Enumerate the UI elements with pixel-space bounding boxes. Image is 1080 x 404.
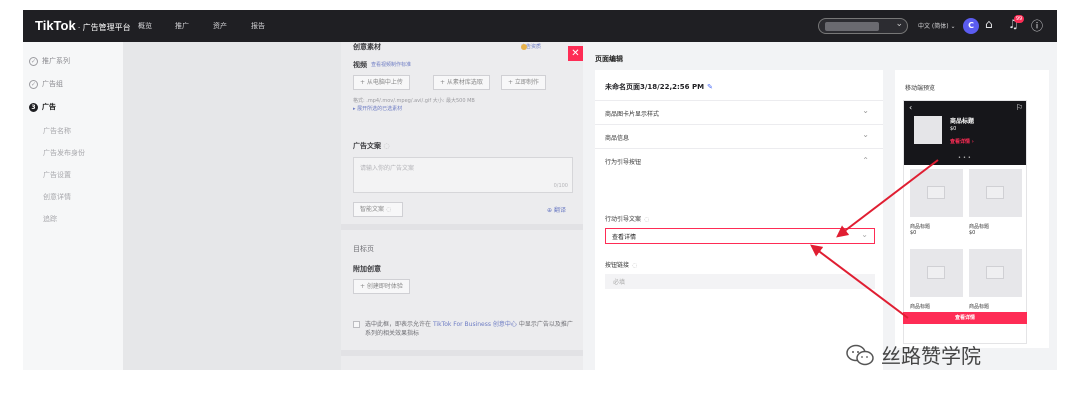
grid-product-name: 商品标题 [969, 304, 990, 310]
app-frame: TikTok · 广告管理平台 概览 推广 资产 报告 ⌄ 中文 (简体) ⌄ C… [23, 10, 1057, 370]
close-icon: ✕ [571, 48, 580, 59]
grid-product-image [969, 249, 1022, 297]
section-divider [341, 224, 583, 230]
chevron-down-icon: ⌄ [895, 19, 903, 29]
content-backdrop [123, 42, 341, 370]
flag-icon: ⚐ [1015, 103, 1023, 112]
wechat-icon [846, 344, 874, 365]
chevron-up-icon: ⌃ [862, 156, 869, 165]
step-campaign[interactable]: ✓ 推广系列 [29, 56, 70, 66]
image-icon [986, 266, 1004, 279]
top-nav-bar: TikTok · 广告管理平台 概览 推广 资产 报告 ⌄ 中文 (简体) ⌄ C… [23, 10, 1057, 42]
landing-page-label: 目标页 [353, 245, 374, 253]
sidebar-item-identity[interactable]: 广告发布身份 [43, 148, 85, 158]
chevron-down-icon: ⌄ [861, 230, 868, 239]
edit-pencil-icon[interactable]: ✎ [707, 83, 713, 91]
help-icon: ◌ [644, 216, 650, 223]
sidebar-item-creative-details[interactable]: 创意详情 [43, 192, 71, 202]
smart-text-button[interactable]: 智能文案 ◌ [353, 202, 403, 217]
button-link-input[interactable]: 必填 [605, 274, 875, 289]
preview-product-name: 商品标题 [950, 118, 975, 125]
carousel-dots: ••• [958, 155, 973, 161]
grid-product-price: $0 [910, 230, 917, 236]
preview-bottom-cta-button: 查看详情 [903, 312, 1027, 324]
button-link-label: 按钮链接 ◌ [605, 262, 638, 269]
chevron-down-icon: ⌄ [862, 130, 869, 139]
phone-mockup: ‹ ⚐ 商品标题 $0 查看详情 › ••• 商品标题 $0 商品标题 $0 商… [903, 100, 1027, 344]
consent-text: 选中此框，即表示允许在 TikTok For Business 创意中心 中显示… [365, 321, 573, 337]
image-icon [927, 266, 945, 279]
page-name: 未命名页面3/18/22,2:56 PM ✎ [605, 83, 713, 91]
sidebar-item-ad-name[interactable]: 广告名称 [43, 126, 71, 136]
step-ad-group[interactable]: ✓ 广告组 [29, 79, 63, 89]
avatar[interactable]: C [963, 18, 979, 34]
creative-label: 创意素材 [353, 43, 381, 51]
check-icon: ✓ [29, 56, 38, 66]
help-icon: ◌ [632, 262, 638, 269]
language-selector[interactable]: 中文 (简体) ⌄ [918, 21, 956, 30]
chevron-down-icon: ⌄ [862, 106, 869, 115]
image-icon [986, 186, 1004, 199]
account-selector[interactable]: ⌄ [818, 18, 908, 34]
creative-center-link[interactable]: TikTok For Business 创意中心 [433, 321, 517, 328]
accordion-product-info[interactable]: 商品信息 ⌄ [595, 124, 883, 148]
mobile-preview-title: 移动端预览 [905, 85, 936, 92]
watermark-text: 丝路赞学院 [881, 344, 981, 368]
nav-overview[interactable]: 概览 [138, 21, 152, 31]
translate-link[interactable]: ⊕ 翻译 [547, 205, 566, 214]
expand-selected-link[interactable]: ▸ 展开所选的已选素材 [353, 105, 402, 112]
ad-text-label: 广告文案 ◌ [353, 142, 390, 150]
section-divider [341, 350, 583, 356]
preview-product-price: $0 [950, 126, 957, 132]
nav-reports[interactable]: 报告 [251, 21, 265, 31]
product-image-placeholder [914, 116, 942, 144]
addon-creative-label: 附加创意 [353, 265, 381, 273]
help-icon: ◌ [383, 142, 390, 150]
nav-promote[interactable]: 推广 [175, 21, 189, 31]
image-icon [927, 186, 945, 199]
close-drawer-button[interactable]: ✕ [568, 46, 583, 61]
video-label: 视频 [353, 61, 367, 69]
notification-badge: 99 [1014, 15, 1024, 23]
create-instant-experience-button[interactable]: + 创建即时体验 [353, 279, 410, 294]
create-now-button[interactable]: + 立即制作 [501, 75, 546, 90]
consent-checkbox[interactable] [353, 321, 360, 328]
cta-text-label: 行动引导文案 ◌ [605, 216, 650, 223]
sidebar-item-tracking[interactable]: 追踪 [43, 214, 57, 224]
grid-product-image [969, 169, 1022, 217]
grid-product-name: 商品标题 [969, 224, 990, 230]
ad-creative-form: 创意素材 广告资质 视频 查看视频制作标准 + 从电脑中上传 + 从素材库选取 … [341, 42, 583, 370]
video-standards-link[interactable]: 查看视频制作标准 [371, 61, 411, 68]
help-icon[interactable]: ⓘ [1031, 17, 1043, 34]
ad-text-input[interactable]: 请输入你的广告文案 0/100 [353, 157, 573, 193]
accordion-cta-button[interactable]: 行为引导按钮 ⌃ [595, 148, 883, 172]
mobile-preview-card: 移动端预览 ‹ ⚐ 商品标题 $0 查看详情 › ••• 商品标题 $0 商品标… [895, 70, 1049, 348]
nav-assets[interactable]: 资产 [213, 21, 227, 31]
upload-from-computer-button[interactable]: + 从电脑中上传 [353, 75, 410, 90]
step-ad[interactable]: 3 广告 [29, 102, 56, 112]
preview-product-cta: 查看详情 › [950, 139, 974, 145]
sidebar-item-ad-settings[interactable]: 广告设置 [43, 170, 71, 180]
grid-product-name: 商品标题 [910, 224, 931, 230]
account-name-redacted [825, 22, 879, 31]
watermark: 丝路赞学院 [845, 340, 981, 369]
char-counter: 0/100 [553, 183, 568, 189]
select-from-library-button[interactable]: + 从素材库选取 [433, 75, 490, 90]
format-hint: 格式: .mp4/.mov/.mpeg/.avi/.gif 大小: 最大500 … [353, 98, 475, 104]
step-sidebar: ✓ 推广系列 ✓ 广告组 3 广告 广告名称 广告发布身份 广告设置 创意详情 … [23, 42, 123, 370]
briefcase-icon[interactable]: ⌂ [985, 17, 993, 31]
grid-product-price: $0 [969, 230, 976, 236]
grid-product-image [910, 249, 963, 297]
back-arrow-icon: ‹ [909, 103, 913, 112]
brand-logo[interactable]: TikTok · 广告管理平台 [35, 18, 131, 33]
accordion-card-style[interactable]: 商品图卡片显示样式 ⌄ [595, 100, 883, 124]
step-number-icon: 3 [29, 102, 38, 112]
preview-header: ‹ ⚐ 商品标题 $0 查看详情 › ••• [904, 101, 1026, 165]
page-settings-card: 未命名页面3/18/22,2:56 PM ✎ 商品图卡片显示样式 ⌄ 商品信息 ⌄… [595, 70, 883, 370]
grid-product-name: 商品标题 [910, 304, 931, 310]
cta-text-select[interactable]: 查看详情 ⌄ [605, 228, 875, 244]
check-icon: ✓ [29, 79, 38, 89]
page-editor-title: 页面编辑 [595, 55, 623, 63]
grid-product-image [910, 169, 963, 217]
